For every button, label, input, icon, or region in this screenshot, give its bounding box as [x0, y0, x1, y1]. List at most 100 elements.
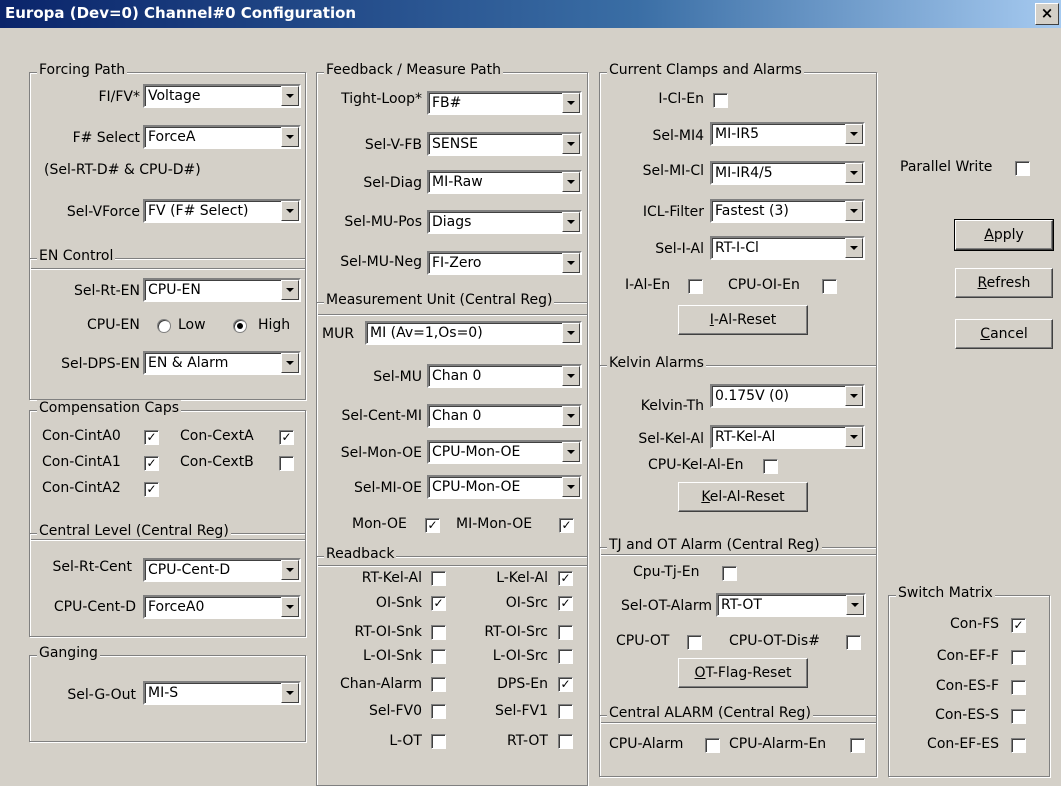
cinta0-checkbox[interactable]: ✓	[144, 430, 159, 445]
dpsen-combo[interactable]: EN & Alarm	[143, 351, 301, 375]
otalarm-combo[interactable]: RT-OT	[716, 593, 866, 617]
lkel-checkbox[interactable]: ✓	[558, 571, 573, 586]
gout-combo[interactable]: MI-S	[143, 681, 301, 705]
loisnk-checkbox[interactable]	[431, 649, 446, 664]
refresh-button[interactable]: Refresh	[955, 268, 1053, 298]
cpucent-combo[interactable]: ForceA0	[143, 595, 301, 619]
kel-combo[interactable]: RT-Kel-Al	[710, 425, 865, 449]
chevron-down-icon[interactable]	[562, 442, 580, 462]
chevron-down-icon[interactable]	[281, 280, 299, 300]
selfv0-checkbox[interactable]	[431, 704, 446, 719]
mur-combo[interactable]: MI (Av=1,Os=0)	[365, 321, 582, 345]
confs-checkbox[interactable]: ✓	[1011, 618, 1026, 633]
selfv1-checkbox[interactable]	[558, 704, 573, 719]
chevron-down-icon[interactable]	[281, 353, 299, 373]
coness-checkbox[interactable]	[1011, 709, 1026, 724]
oisnk-checkbox[interactable]: ✓	[431, 596, 446, 611]
mupos-combo[interactable]: Diags	[427, 210, 582, 234]
cpukelen-checkbox[interactable]	[763, 459, 778, 474]
parallel-write-checkbox[interactable]	[1015, 161, 1030, 176]
chanalarm-checkbox[interactable]	[431, 677, 446, 692]
chevron-down-icon[interactable]	[562, 323, 580, 343]
central-level-title: Central Level (Central Reg)	[37, 523, 231, 539]
chevron-down-icon[interactable]	[845, 427, 863, 447]
chevron-down-icon[interactable]	[281, 127, 299, 147]
fsel-combo[interactable]: ForceA	[143, 125, 301, 149]
chevron-down-icon[interactable]	[281, 597, 299, 617]
cpuen-high-radio[interactable]	[233, 319, 247, 333]
cinta2-checkbox[interactable]: ✓	[144, 482, 159, 497]
coneff-checkbox[interactable]	[1011, 650, 1026, 665]
mimonoe-checkbox[interactable]: ✓	[559, 518, 574, 533]
conesf-checkbox[interactable]	[1011, 680, 1026, 695]
chevron-down-icon[interactable]	[845, 124, 863, 144]
icl-combo[interactable]: Fastest (3)	[710, 199, 865, 223]
chevron-down-icon[interactable]	[562, 477, 580, 497]
conefes-checkbox[interactable]	[1011, 738, 1026, 753]
monoe-checkbox[interactable]: ✓	[425, 518, 440, 533]
chevron-down-icon[interactable]	[845, 238, 863, 258]
cpualarmen-checkbox[interactable]	[850, 738, 865, 753]
cpualarm-checkbox[interactable]	[705, 738, 720, 753]
iclen-checkbox[interactable]	[713, 93, 728, 108]
close-button[interactable]: ×	[1035, 3, 1059, 25]
fifv-label: FI/FV*	[98, 89, 140, 105]
chevron-down-icon[interactable]	[562, 406, 580, 426]
chevron-down-icon[interactable]	[845, 201, 863, 221]
mi4-combo[interactable]: MI-IR5	[710, 122, 865, 146]
ial-reset-button[interactable]: I-Al-Reset	[678, 305, 808, 335]
chevron-down-icon[interactable]	[562, 172, 580, 192]
cancel-button[interactable]: Cancel	[955, 319, 1053, 349]
apply-button[interactable]: Apply	[954, 219, 1054, 251]
chevron-down-icon[interactable]	[562, 253, 580, 273]
loisrc-checkbox[interactable]	[558, 649, 573, 664]
diag-combo[interactable]: MI-Raw	[427, 170, 582, 194]
kelvinth-combo[interactable]: 0.175V (0)	[710, 384, 865, 408]
rtoisnk-checkbox[interactable]	[431, 625, 446, 640]
chevron-down-icon[interactable]	[281, 86, 299, 106]
oisrc-checkbox[interactable]: ✓	[558, 596, 573, 611]
chevron-down-icon[interactable]	[562, 212, 580, 232]
cpuen-low-label[interactable]: Low	[178, 317, 206, 333]
cputjen-checkbox[interactable]	[722, 566, 737, 581]
chevron-down-icon[interactable]	[846, 595, 864, 615]
monoe-combo[interactable]: CPU-Mon-OE	[427, 440, 582, 464]
cpuot-checkbox[interactable]	[687, 635, 702, 650]
mioe-combo[interactable]: CPU-Mon-OE	[427, 475, 582, 499]
lot-checkbox[interactable]	[431, 734, 446, 749]
rtcent-combo[interactable]: CPU-Cent-D	[143, 558, 301, 582]
chevron-down-icon[interactable]	[281, 201, 299, 221]
ialen-checkbox[interactable]	[688, 279, 703, 294]
cpuoien-checkbox[interactable]	[822, 279, 837, 294]
cpuen-low-radio[interactable]	[157, 319, 171, 333]
centmi-combo[interactable]: Chan 0	[427, 404, 582, 428]
rten-combo[interactable]: CPU-EN	[143, 278, 301, 302]
chevron-down-icon[interactable]	[281, 683, 299, 703]
chevron-down-icon[interactable]	[845, 163, 863, 183]
ot-reset-button[interactable]: OT-Flag-Reset	[678, 658, 808, 688]
chevron-down-icon[interactable]	[281, 560, 299, 580]
conesf-label: Con-ES-F	[935, 678, 999, 694]
micl-combo[interactable]: MI-IR4/5	[710, 161, 865, 185]
chevron-down-icon[interactable]	[562, 366, 580, 386]
rtot-checkbox[interactable]	[558, 734, 573, 749]
chevron-down-icon[interactable]	[562, 93, 580, 113]
cpuen-high-label[interactable]: High	[258, 317, 290, 333]
cpuotdis-checkbox[interactable]	[846, 635, 861, 650]
chevron-down-icon[interactable]	[845, 386, 863, 406]
vfb-combo[interactable]: SENSE	[427, 132, 582, 156]
kel-reset-button[interactable]: Kel-Al-Reset	[678, 482, 808, 512]
dpsen-checkbox[interactable]: ✓	[558, 677, 573, 692]
vforce-combo[interactable]: FV (F# Select)	[143, 199, 301, 223]
ial-combo[interactable]: RT-I-Cl	[710, 236, 865, 260]
muneg-combo[interactable]: FI-Zero	[427, 251, 582, 275]
tightloop-combo[interactable]: FB#	[427, 91, 582, 115]
rtkel-checkbox[interactable]	[431, 571, 446, 586]
cexta-checkbox[interactable]: ✓	[279, 430, 294, 445]
chevron-down-icon[interactable]	[562, 134, 580, 154]
fifv-combo[interactable]: Voltage	[143, 84, 301, 108]
rtoisrc-checkbox[interactable]	[558, 625, 573, 640]
selmu-combo[interactable]: Chan 0	[427, 364, 582, 388]
cextb-checkbox[interactable]	[279, 456, 294, 471]
cinta1-checkbox[interactable]: ✓	[144, 456, 159, 471]
